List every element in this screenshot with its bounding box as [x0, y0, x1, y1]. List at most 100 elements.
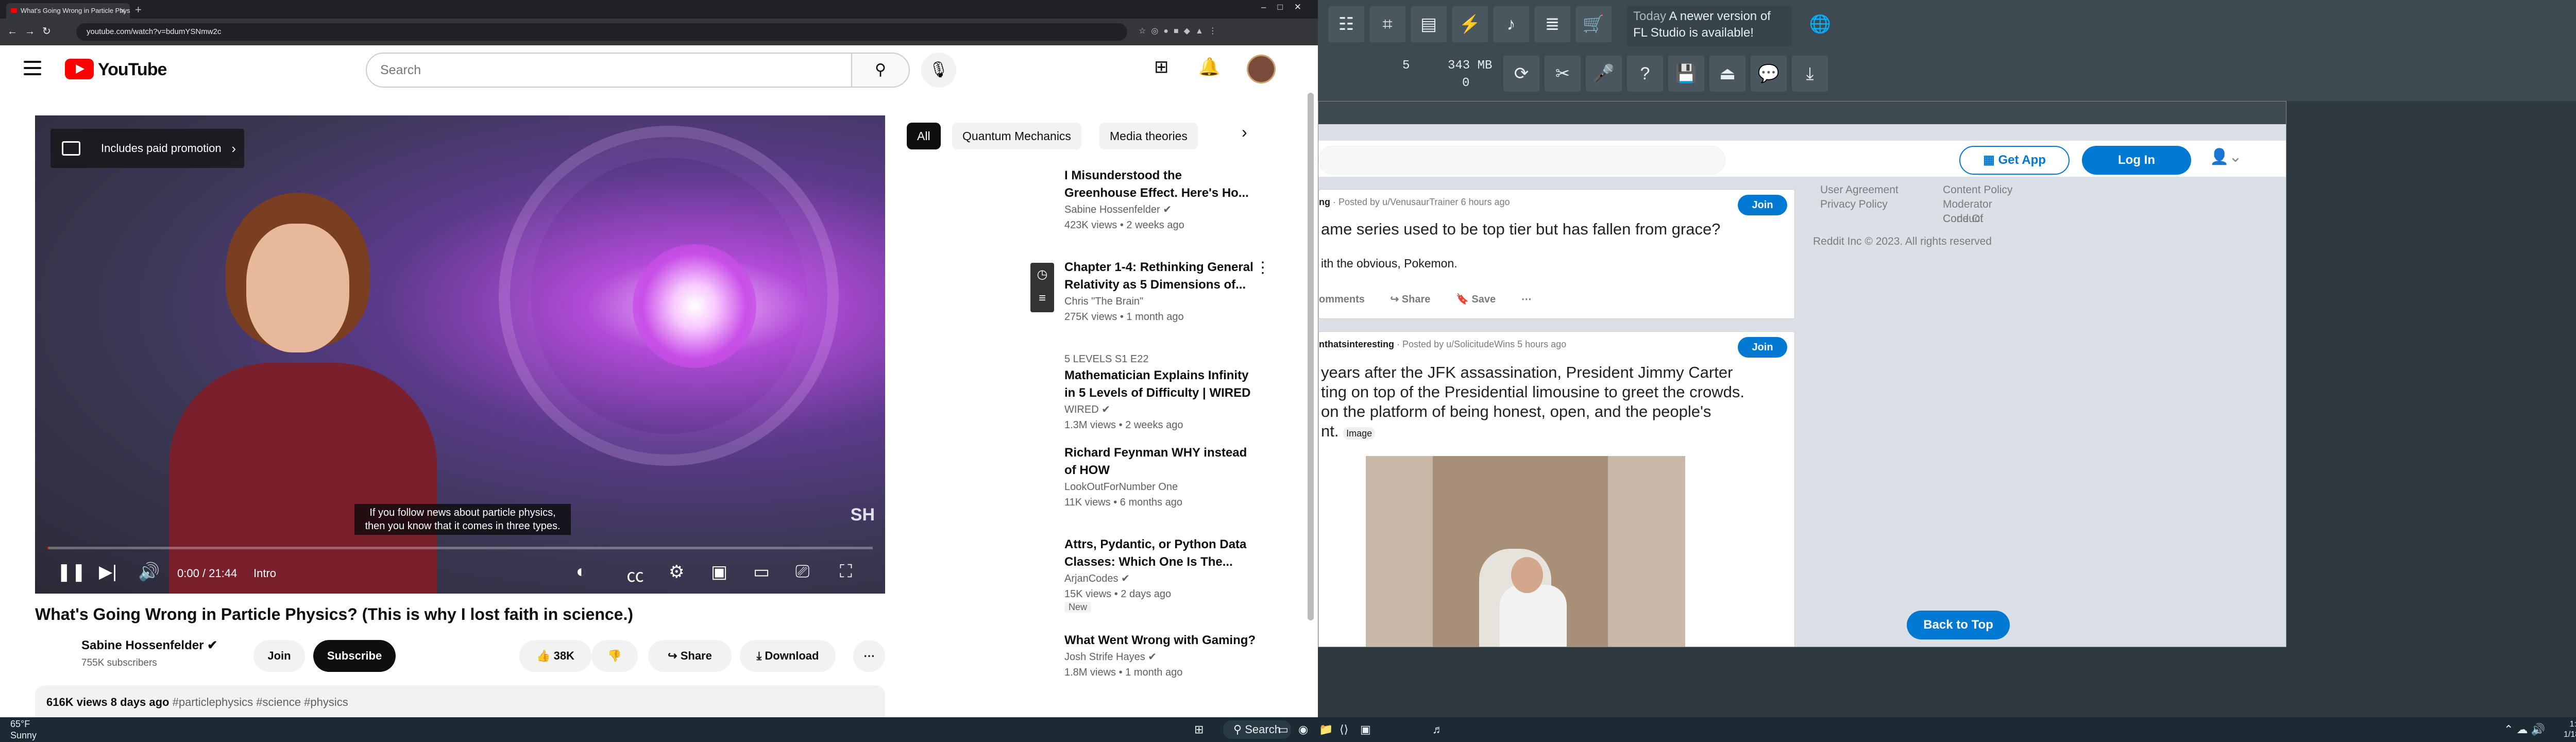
rec-thumbnail[interactable] [907, 259, 1051, 336]
globe-icon[interactable]: 🌐 [1802, 6, 1838, 42]
join-button[interactable]: Join [1738, 195, 1787, 215]
fl-studio-icon[interactable]: ♬ [1432, 717, 1444, 742]
rec-item[interactable]: 5 LEVELS S1 E22 Mathematician Explains I… [1064, 351, 1270, 433]
tray-icons[interactable]: ⌃ ☁ 🔊 [2504, 717, 2545, 742]
captions-icon[interactable]: ㏄ [626, 562, 644, 587]
render-icon[interactable]: ⏏ [1709, 56, 1745, 92]
tempo-icon[interactable]: ⟳ [1503, 56, 1539, 92]
chip-quantum-mechanics[interactable]: Quantum Mechanics [952, 123, 1081, 149]
rec-item[interactable]: Chapter 1-4: Rethinking General Relativit… [1064, 259, 1270, 325]
search-button[interactable]: ⚲ [852, 53, 910, 88]
pause-icon[interactable]: ❚❚ [57, 562, 86, 582]
watch-later-icon[interactable]: ◷ ≡ [1030, 263, 1054, 312]
cart-icon[interactable]: 🛒 [1575, 6, 1612, 42]
chip-media-theories[interactable]: Media theories [1099, 123, 1198, 149]
user-menu-icon[interactable]: 👤⌄ [2210, 148, 2242, 166]
browser-icon[interactable]: ▤ [1411, 6, 1447, 42]
chapter-label[interactable]: Intro [253, 567, 276, 580]
next-icon[interactable]: ▶| [99, 562, 117, 582]
progress-bar[interactable] [47, 547, 873, 549]
plugin-icon[interactable]: ⚡ [1452, 6, 1488, 42]
rec-item[interactable]: Attrs, Pydantic, or Python Data Classes: … [1064, 536, 1270, 613]
footer-link[interactable]: Privacy Policy [1820, 197, 1888, 212]
share-button[interactable]: ↪ Share [648, 640, 732, 672]
tab-youtube[interactable]: What's Going Wrong in Particle Physics?✕ [6, 3, 130, 19]
miniplayer-icon[interactable]: ▣ [711, 562, 727, 582]
start-icon[interactable]: ⊞ [1194, 717, 1204, 742]
record-mic-icon[interactable]: 🎤 [1586, 56, 1622, 92]
video-player[interactable]: Includes paid promotion › If you follow n… [35, 115, 885, 594]
pattern-counter[interactable]: 5 [1402, 59, 1410, 73]
more-actions-button[interactable]: ⋯ [853, 640, 885, 672]
create-icon[interactable]: ⊞ [1154, 57, 1169, 77]
save-button[interactable]: 🔖 Save [1456, 294, 1496, 305]
update-news[interactable]: Today A newer version of FL Studio is ava… [1627, 6, 1792, 46]
description-box[interactable]: 616K views 8 days ago #particlephysics #… [35, 685, 885, 717]
more-icon[interactable]: ⋯ [1521, 294, 1532, 305]
piano-roll-icon[interactable]: ♪ [1493, 6, 1529, 42]
channel-watermark[interactable]: SH [851, 505, 875, 525]
settings-icon[interactable]: ⚙ [669, 562, 684, 582]
download-icon[interactable]: ⤓ [1792, 56, 1828, 92]
rec-item[interactable]: Richard Feynman WHY instead of HOW LookOu… [1064, 444, 1270, 510]
more-vert-icon[interactable]: ⋮ [1255, 259, 1270, 277]
join-button[interactable]: Join [1738, 337, 1787, 358]
paid-promotion-label[interactable]: Includes paid promotion › [50, 129, 244, 168]
rec-thumbnail[interactable] [907, 443, 1051, 520]
comments-button[interactable]: omments [1319, 294, 1365, 305]
channel-avatar[interactable] [35, 636, 76, 677]
chip-all[interactable]: All [907, 123, 941, 149]
extension-icons[interactable]: ☆◎●■◆▲⋮ [1139, 26, 1222, 36]
dislike-button[interactable]: 👎 [591, 640, 638, 672]
post-title[interactable]: ame series used to be top tier but has f… [1321, 220, 1720, 239]
page-scrollbar[interactable] [1308, 93, 1314, 620]
rec-item[interactable]: What Went Wrong with Gaming? Josh Strife… [1064, 632, 1270, 680]
cast-icon[interactable]: ⎚ [795, 562, 809, 582]
explorer-icon[interactable]: 📁 [1319, 717, 1333, 742]
footer-link[interactable]: Conduct [1943, 212, 1983, 226]
cut-icon[interactable]: ✂ [1545, 56, 1581, 92]
rec-thumbnail[interactable] [907, 631, 1051, 708]
login-button[interactable]: Log In [2082, 146, 2191, 175]
post-image[interactable] [1366, 456, 1685, 647]
share-button[interactable]: ↪ Share [1390, 294, 1430, 305]
nav-buttons[interactable]: ←→↻ [7, 25, 58, 38]
volume-icon[interactable]: 🔊 [138, 562, 160, 582]
theater-mode-icon[interactable]: ▭ [753, 562, 770, 582]
rec-thumbnail[interactable] [907, 536, 1051, 613]
weather-widget[interactable]: 65°F Sunny [10, 718, 37, 741]
subscribe-button[interactable]: Subscribe [313, 640, 396, 672]
search-input[interactable] [1318, 146, 1725, 175]
task-view-icon[interactable]: ▭ [1278, 717, 1289, 742]
youtube-logo-icon[interactable] [65, 59, 94, 79]
youtube-logo-text[interactable]: YouTube [98, 60, 167, 80]
new-tab-button[interactable]: + [135, 3, 142, 16]
footer-link[interactable]: User Agreement [1820, 183, 1899, 197]
autoplay-toggle[interactable]: ◐ [576, 562, 587, 582]
avatar[interactable] [1247, 55, 1276, 83]
post-card[interactable]: ng · Posted by u/VenusaurTrainer 6 hours… [1318, 189, 1795, 319]
chrome-icon[interactable]: ◉ [1298, 717, 1308, 742]
rec-item[interactable]: I Misunderstood the Greenhouse Effect. He… [1064, 167, 1270, 233]
menu-icon[interactable] [24, 61, 41, 75]
notifications-icon[interactable]: 🔔 [1198, 57, 1220, 77]
clock[interactable]: 1:17 PM1/18/2023 [2564, 719, 2576, 740]
join-button[interactable]: Join [253, 640, 305, 672]
mic-button[interactable]: 🎙 [921, 53, 956, 88]
chat-icon[interactable]: 💬 [1751, 56, 1787, 92]
chips-next-icon[interactable]: › [1242, 123, 1247, 142]
app-icon[interactable]: ▣ [1360, 717, 1371, 742]
like-button[interactable]: 👍 38K [519, 640, 591, 672]
channel-name[interactable]: Sabine Hossenfelder ✔ [81, 638, 217, 653]
save-icon[interactable]: 💾 [1668, 56, 1704, 92]
footer-link[interactable]: Content Policy [1943, 183, 2012, 197]
download-button[interactable]: ⤓ Download [740, 640, 836, 672]
fullscreen-icon[interactable]: ⛶ [840, 562, 852, 582]
mixer-icon[interactable]: ☷ [1328, 6, 1364, 42]
back-to-top-button[interactable]: Back to Top [1907, 611, 2010, 639]
get-app-button[interactable]: ▦ Get App [1959, 146, 2070, 175]
search-input[interactable]: Search [366, 53, 852, 88]
help-icon[interactable]: ? [1627, 56, 1663, 92]
window-controls[interactable]: –□✕ [1261, 2, 1313, 12]
rec-thumbnail[interactable] [907, 165, 1051, 242]
